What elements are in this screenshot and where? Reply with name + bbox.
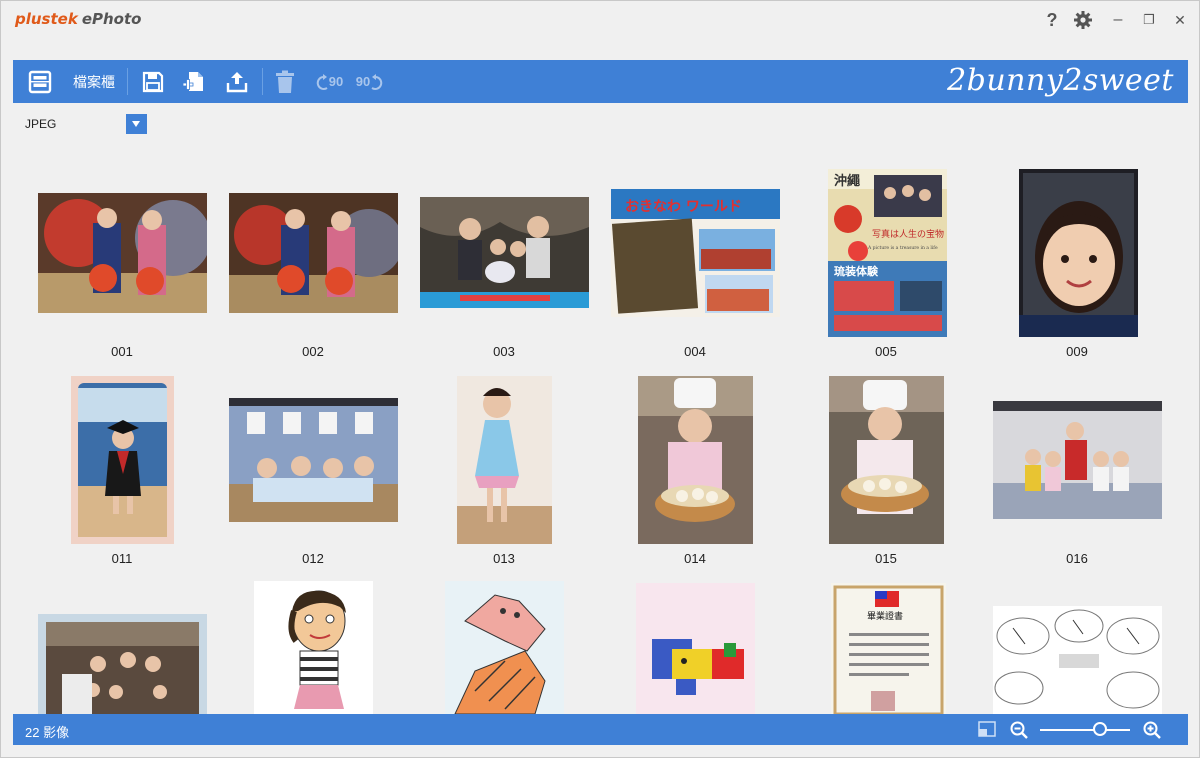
main-toolbar: 檔案櫃 90 90 2bunny2sweet bbox=[13, 60, 1188, 103]
app-logo: plustek ePhoto bbox=[15, 10, 141, 28]
title-bar: plustek ePhoto ? – ❐ ✕ bbox=[1, 1, 1199, 41]
banner-text: おきなわ ワールド bbox=[625, 199, 742, 215]
image-count: 22 影像 bbox=[25, 725, 70, 740]
export-icon[interactable] bbox=[224, 68, 250, 95]
scan-layout-icon[interactable] bbox=[27, 68, 53, 95]
thumbnail-label: 013 bbox=[493, 551, 515, 566]
thumbnail-label: 002 bbox=[302, 344, 324, 359]
photo-thumbnail[interactable]: 沖繩 写真は人生の宝物 A picture is a treasure in a… bbox=[828, 169, 947, 337]
thumbnail-label: 009 bbox=[1066, 344, 1088, 359]
photo-title-text: 沖繩 bbox=[834, 173, 860, 189]
status-bar: 22 影像 bbox=[13, 714, 1188, 745]
thumbnail-label: 011 bbox=[111, 551, 133, 566]
restore-button[interactable]: ❐ bbox=[1138, 9, 1160, 31]
drawing-thumbnail[interactable] bbox=[993, 606, 1162, 714]
photo-thumbnail[interactable] bbox=[38, 614, 207, 714]
cabinet-button[interactable]: 檔案櫃 bbox=[71, 68, 117, 95]
thumbnail-label: 014 bbox=[684, 551, 706, 566]
photo-thumbnail[interactable] bbox=[638, 376, 753, 544]
photo-taiken-text: 琉装体験 bbox=[834, 264, 879, 278]
thumbnail-label: 001 bbox=[111, 344, 133, 359]
photo-thumbnail[interactable] bbox=[1019, 169, 1138, 337]
photo-thumbnail[interactable] bbox=[71, 376, 174, 544]
watermark-text: 2bunny2sweet bbox=[947, 63, 1174, 98]
photo-thumbnail[interactable] bbox=[38, 193, 207, 313]
toolbar-divider bbox=[262, 68, 263, 95]
photo-thumbnail[interactable]: おきなわ ワールド bbox=[611, 189, 780, 317]
minimize-button[interactable]: – bbox=[1107, 9, 1129, 31]
help-icon[interactable]: ? bbox=[1041, 9, 1063, 31]
thumbnail-gallery: おきなわ ワールド 沖繩 写真は人生の宝物 A picture is a tre… bbox=[13, 146, 1188, 714]
delete-icon[interactable] bbox=[273, 68, 297, 95]
rotate-left-label: 90 bbox=[328, 74, 344, 89]
drawing-thumbnail[interactable] bbox=[254, 581, 373, 714]
photo-thumbnail[interactable] bbox=[420, 197, 589, 308]
certificate-thumbnail[interactable]: 畢業證書 bbox=[831, 583, 946, 714]
rotate-right-icon[interactable]: 90 bbox=[354, 68, 386, 95]
thumbnail-label: 015 bbox=[875, 551, 897, 566]
photo-thumbnail[interactable] bbox=[229, 398, 398, 522]
thumbnail-label: 016 bbox=[1066, 551, 1088, 566]
certificate-title: 畢業證書 bbox=[867, 610, 903, 622]
save-icon[interactable] bbox=[140, 68, 166, 95]
gear-icon[interactable] bbox=[1072, 9, 1094, 31]
zoom-slider-track[interactable] bbox=[1040, 729, 1130, 731]
rotate-right-label: 90 bbox=[355, 74, 371, 89]
drawing-thumbnail[interactable] bbox=[636, 583, 755, 714]
thumbnail-label: 004 bbox=[684, 344, 706, 359]
close-button[interactable]: ✕ bbox=[1169, 9, 1191, 31]
format-select-value[interactable]: JPEG bbox=[25, 117, 56, 131]
cabinet-label: 檔案櫃 bbox=[73, 73, 115, 90]
product-name: ePhoto bbox=[81, 10, 142, 28]
fit-view-icon[interactable] bbox=[978, 721, 996, 742]
zoom-slider-handle[interactable] bbox=[1093, 722, 1107, 736]
photo-thumbnail[interactable] bbox=[457, 376, 552, 544]
thumbnail-label: 005 bbox=[875, 344, 897, 359]
photo-subtitle-text: 写真は人生の宝物 bbox=[872, 228, 944, 240]
photo-thumbnail[interactable] bbox=[229, 193, 398, 313]
rotate-left-icon[interactable]: 90 bbox=[313, 68, 345, 95]
photo-thumbnail[interactable] bbox=[993, 401, 1162, 519]
zoom-out-icon[interactable] bbox=[1010, 721, 1028, 744]
toolbar-divider bbox=[127, 68, 128, 95]
format-dropdown-button[interactable] bbox=[126, 114, 147, 134]
add-file-icon[interactable] bbox=[181, 68, 207, 95]
zoom-in-icon[interactable] bbox=[1143, 721, 1161, 744]
drawing-thumbnail[interactable] bbox=[445, 581, 564, 714]
app-window: plustek ePhoto ? – ❐ ✕ 檔案櫃 90 90 2bunny2… bbox=[0, 0, 1200, 758]
brand-name: plustek bbox=[15, 10, 78, 28]
thumbnail-label: 003 bbox=[493, 344, 515, 359]
thumbnail-label: 012 bbox=[302, 551, 324, 566]
photo-thumbnail[interactable] bbox=[829, 376, 944, 544]
photo-english-text: A picture is a treasure in a life bbox=[867, 245, 938, 251]
